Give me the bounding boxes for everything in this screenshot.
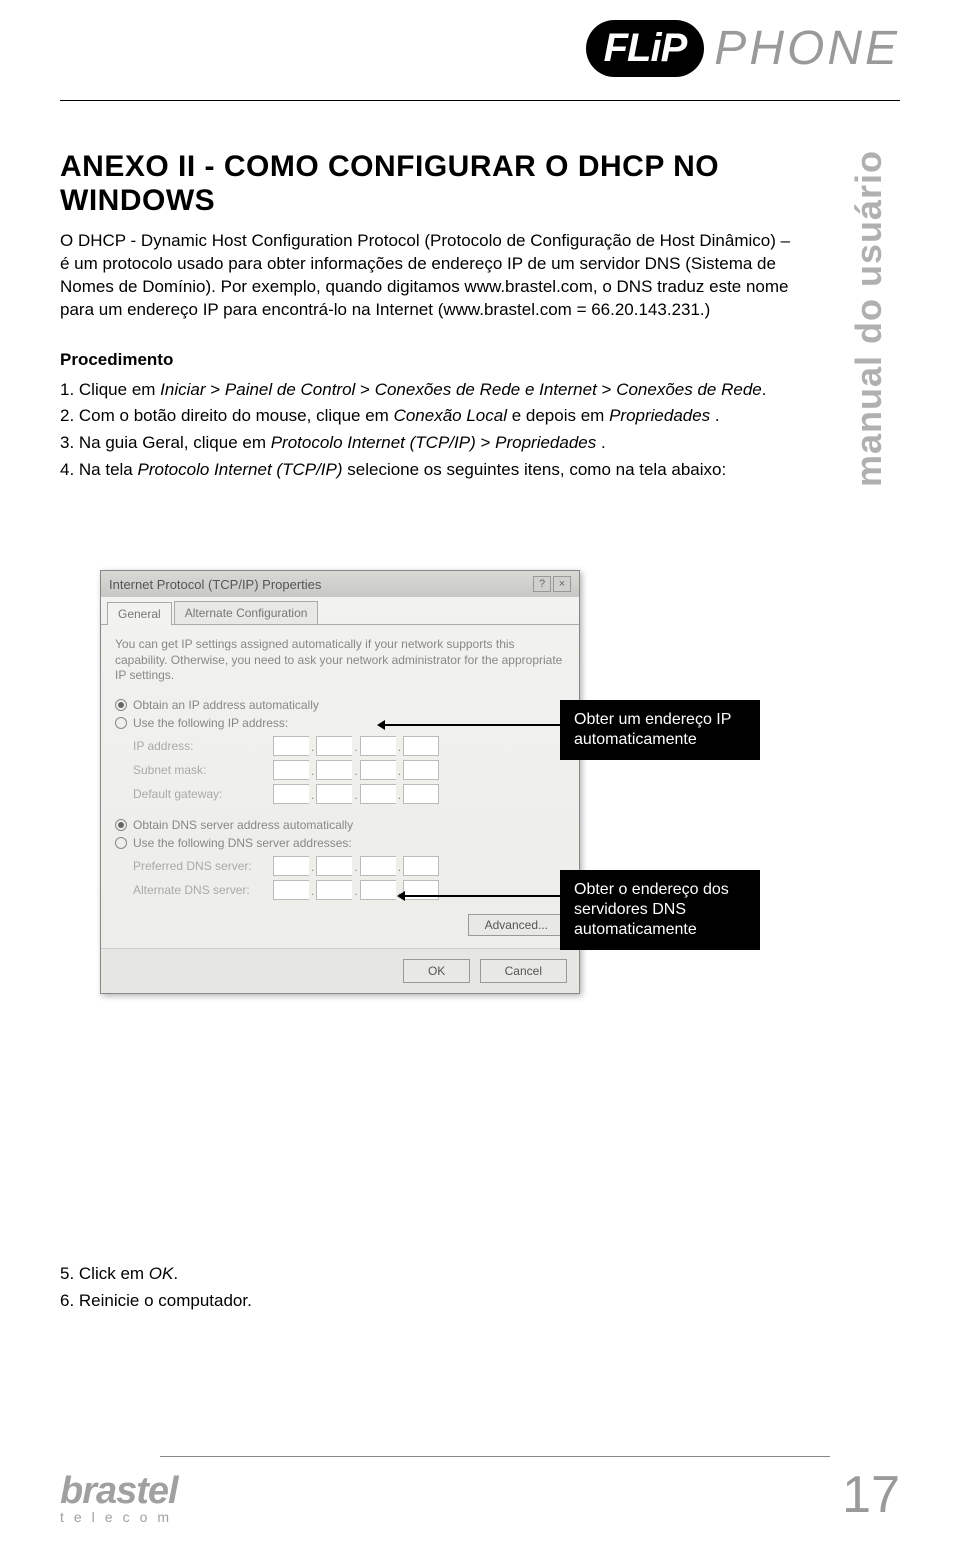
step-text: > [597,380,616,399]
step-em: Conexões de Rede e Internet [375,380,597,399]
callout-dns: Obter o endereço dos servidores DNS auto… [560,870,760,950]
header-divider [60,100,900,101]
step-text: . [762,380,767,399]
ip-fields: IP address: ... Subnet mask: ... Default… [133,736,565,804]
step-em: Propriedades [609,406,710,425]
close-icon[interactable]: × [553,576,571,592]
dialog-help-text: You can get IP settings assigned automat… [115,637,565,684]
dialog-titlebar: Internet Protocol (TCP/IP) Properties ? … [101,571,579,597]
step-text: 1. Clique em [60,380,160,399]
step-em: Painel de Control [225,380,355,399]
step-3: 3. Na guia Geral, clique em Protocolo In… [60,431,800,456]
dialog-tabs: General Alternate Configuration [101,597,579,625]
step-text: 4. Na tela [60,460,138,479]
page-header: FLiP PHONE [586,20,900,77]
step-5: 5. Click em OK. [60,1260,252,1287]
field-label: Subnet mask: [133,763,273,777]
page-title: ANEXO II - COMO CONFIGURAR O DHCP NO WIN… [60,150,800,218]
advanced-button[interactable]: Advanced... [468,914,565,936]
dialog-body: You can get IP settings assigned automat… [101,625,579,948]
field-preferred-dns: Preferred DNS server: ... [133,856,565,876]
footer-divider [160,1456,830,1457]
step-text: . [596,433,605,452]
dialog-footer: OK Cancel [101,948,579,993]
tcpip-dialog: Internet Protocol (TCP/IP) Properties ? … [100,570,580,994]
radio-use-dns[interactable]: Use the following DNS server addresses: [115,836,565,850]
radio-label: Obtain DNS server address automatically [133,818,353,832]
radio-obtain-dns-auto[interactable]: Obtain DNS server address automatically [115,818,565,832]
footer-steps: 5. Click em OK. 6. Reinicie o computador… [60,1260,252,1314]
step-text: > [476,433,495,452]
step-text: 5. Click em [60,1264,149,1283]
dialog-screenshot: Internet Protocol (TCP/IP) Properties ? … [100,570,600,994]
dialog-title: Internet Protocol (TCP/IP) Properties [109,577,321,592]
procedure-heading: Procedimento [60,350,800,370]
radio-use-ip[interactable]: Use the following IP address: [115,716,565,730]
step-4: 4. Na tela Protocolo Internet (TCP/IP) s… [60,458,800,483]
step-2: 2. Com o botão direito do mouse, clique … [60,404,800,429]
step-em: Propriedades [495,433,596,452]
field-label: Preferred DNS server: [133,859,273,873]
titlebar-buttons: ? × [533,576,571,592]
side-label: manual do usuário [848,150,890,487]
step-em: Conexões de Rede [616,380,762,399]
dns-fields: Preferred DNS server: ... Alternate DNS … [133,856,565,900]
radio-obtain-ip-auto[interactable]: Obtain an IP address automatically [115,698,565,712]
main-content: ANEXO II - COMO CONFIGURAR O DHCP NO WIN… [60,150,800,484]
step-text: > [206,380,225,399]
step-text: . [173,1264,178,1283]
field-subnet: Subnet mask: ... [133,760,565,780]
field-label: Alternate DNS server: [133,883,273,897]
page-number: 17 [842,1465,900,1525]
radio-label: Use the following DNS server addresses: [133,836,352,850]
step-em: Protocolo Internet (TCP/IP) [138,460,343,479]
brand-name: brastel [60,1470,179,1513]
arrow-line [400,895,560,897]
ip-input[interactable]: ... [273,760,439,780]
ip-input[interactable]: ... [273,856,439,876]
tab-alternate[interactable]: Alternate Configuration [174,601,319,624]
phone-label: PHONE [714,21,900,76]
radio-icon [115,699,127,711]
step-text: 2. Com o botão direito do mouse, clique … [60,406,394,425]
ip-input[interactable]: ... [273,736,439,756]
advanced-row: Advanced... [115,914,565,936]
ip-input[interactable]: ... [273,784,439,804]
radio-label: Use the following IP address: [133,716,288,730]
help-icon[interactable]: ? [533,576,551,592]
step-text: e depois em [507,406,609,425]
ok-button[interactable]: OK [403,959,470,983]
step-text: 3. Na guia Geral, clique em [60,433,271,452]
step-6: 6. Reinicie o computador. [60,1287,252,1314]
step-em: Conexão Local [394,406,507,425]
field-label: Default gateway: [133,787,273,801]
step-1: 1. Clique em Iniciar > Painel de Control… [60,378,800,403]
step-text: . [710,406,719,425]
field-ip: IP address: ... [133,736,565,756]
step-text: selecione os seguintes itens, como na te… [343,460,727,479]
radio-icon [115,837,127,849]
radio-icon [115,819,127,831]
field-label: IP address: [133,739,273,753]
procedure-steps: 1. Clique em Iniciar > Painel de Control… [60,378,800,483]
tab-general[interactable]: General [107,602,172,625]
arrow-line [380,724,560,726]
step-em: Iniciar [160,380,205,399]
brand-subtitle: telecom [60,1509,179,1525]
brastel-logo: brastel telecom [60,1470,179,1525]
field-gateway: Default gateway: ... [133,784,565,804]
radio-icon [115,717,127,729]
step-em: OK [149,1264,174,1283]
step-text: > [355,380,374,399]
callout-ip: Obter um endereço IP automaticamente [560,700,760,760]
intro-paragraph: O DHCP - Dynamic Host Configuration Prot… [60,230,800,322]
flip-badge: FLiP [586,20,705,77]
cancel-button[interactable]: Cancel [480,959,567,983]
radio-label: Obtain an IP address automatically [133,698,319,712]
step-em: Protocolo Internet (TCP/IP) [271,433,476,452]
